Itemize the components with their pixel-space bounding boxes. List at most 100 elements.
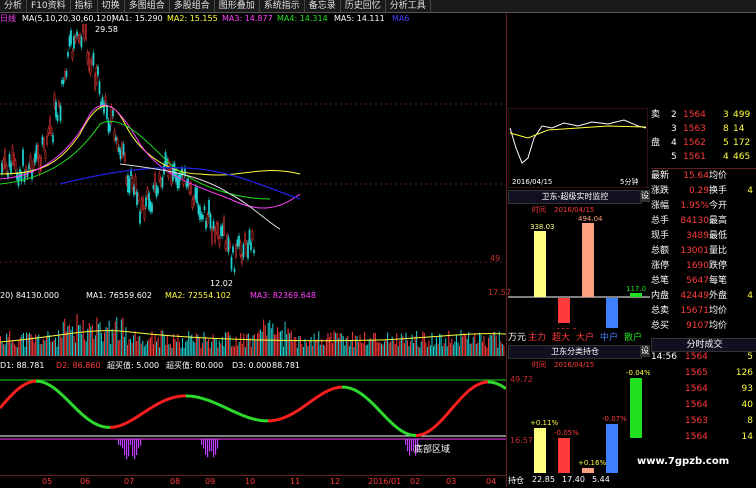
volume-bar (95, 335, 96, 356)
volume-bar (159, 347, 160, 356)
volume-bar (386, 340, 387, 356)
volume-bar (72, 326, 73, 356)
toolbar-item[interactable]: 多图组合 (125, 0, 170, 12)
oscillator-segment (392, 423, 394, 425)
oscillator-segment (476, 385, 478, 386)
toolbar-item[interactable]: F10资料 (27, 0, 71, 12)
candle-body (252, 232, 253, 239)
volume-bar (454, 341, 455, 356)
legend-d-value: 88.781 (272, 361, 300, 371)
oscillator-segment (352, 389, 354, 390)
toolbar-item[interactable]: 切换 (98, 0, 125, 12)
oscillator-segment (432, 427, 434, 429)
close-icon[interactable]: 设 (640, 190, 650, 202)
oscillator-segment (306, 404, 308, 405)
oscillator-segment (456, 402, 458, 404)
volume-bar (26, 332, 27, 356)
volume-bar (410, 341, 411, 356)
volume-bar (122, 317, 123, 356)
monitor-value: 117.0 (626, 285, 646, 293)
volume-bar (50, 342, 51, 356)
volume-bar (133, 335, 134, 356)
toolbar-item[interactable]: 分析工具 (386, 0, 431, 12)
super-monitor-chart[interactable]: 时间 2016/04/15 338.03-156.6494.04-221.011… (508, 203, 650, 329)
candle-body (222, 226, 223, 236)
ts-time (651, 432, 685, 443)
oscillator-segment (372, 403, 374, 405)
oscillator-segment (324, 392, 326, 393)
volume-bar (334, 331, 335, 356)
settings-icon[interactable]: 设 (640, 345, 650, 357)
ts-time (651, 416, 685, 427)
oscillator-segment (164, 400, 166, 401)
toolbar-item[interactable]: 多股组合 (170, 0, 215, 12)
toolbar-item[interactable]: 指标 (71, 0, 98, 12)
volume-bar (213, 334, 214, 356)
toolbar-item[interactable]: 图形叠加 (215, 0, 260, 12)
volume-chart[interactable] (0, 302, 506, 358)
volume-bar (396, 333, 397, 356)
oscillator-segment (220, 405, 222, 406)
volume-bar (254, 334, 255, 356)
volume-bar (257, 333, 258, 356)
indicator-chart[interactable]: 底部区域 (0, 372, 506, 474)
volume-bar (427, 347, 428, 356)
candle-body (64, 71, 65, 78)
volume-bar (431, 333, 432, 356)
volume-bar (75, 343, 76, 356)
oscillator-segment (82, 414, 84, 416)
volume-bar (393, 340, 394, 356)
volume-bar (343, 336, 344, 356)
oscillator-segment (50, 385, 52, 386)
volume-bar (271, 328, 272, 356)
candle-body (123, 144, 124, 155)
volume-bar (156, 342, 157, 356)
super-monitor-title: 卫东-超级实时监控 (508, 190, 642, 204)
volume-bar (341, 334, 342, 356)
oscillator-segment (124, 423, 126, 424)
toolbar-item[interactable]: 分析 (0, 0, 27, 12)
volume-bar (2, 343, 3, 356)
oscillator-segment (2, 403, 4, 405)
oscillator-segment (452, 406, 454, 408)
candle-body (37, 146, 38, 160)
time-sales-title[interactable]: 分时成交 (651, 338, 756, 352)
quote-label: 总额 (651, 246, 675, 257)
oscillator-segment (208, 400, 210, 401)
oscillator-segment (0, 406, 2, 408)
candle-body (250, 242, 251, 250)
volume-bar (191, 335, 192, 356)
volume-bar (398, 346, 399, 356)
volume-bar (468, 332, 469, 356)
candlestick-chart[interactable]: 29.58 12.02 (0, 24, 506, 288)
holding-monitor-chart[interactable]: 时间 2016/04/15 +0.11%-0.05%+0.16%-0.07%-0… (508, 358, 650, 474)
candle-body (177, 177, 178, 188)
quote-value (733, 306, 753, 317)
oscillator-segment (474, 386, 476, 387)
toolbar-item[interactable]: 历史回忆 (341, 0, 386, 12)
toolbar-item[interactable]: 系统指示 (260, 0, 305, 12)
oscillator-segment (294, 412, 296, 413)
oscillator-segment (330, 389, 332, 390)
volume-bar (405, 332, 406, 356)
holding-bottom-label: 持仓 (508, 475, 532, 487)
oscillator-segment (378, 409, 380, 411)
volume-bar (485, 346, 486, 356)
mini-intraday-chart[interactable]: 2016/04/15 5分钟 (508, 108, 648, 188)
oscillator-segment (386, 417, 388, 419)
legend-ma4: MA4: 14.314 (277, 14, 328, 24)
volume-bar (456, 335, 457, 356)
date-label: 11 (290, 477, 300, 487)
oscillator-segment (226, 408, 228, 409)
volume-bar (461, 330, 462, 356)
candle-body (115, 137, 116, 140)
toolbar-item[interactable]: 备忘录 (305, 0, 341, 12)
candle-body (240, 242, 241, 255)
candle-body (36, 145, 37, 158)
candle-body (108, 121, 109, 132)
holding-date: 2016/04/15 (554, 361, 594, 369)
volume-bar (188, 331, 189, 356)
bottom-signal-bar (201, 439, 202, 445)
category-label: 主力 (528, 330, 552, 342)
volume-bar (390, 342, 391, 356)
